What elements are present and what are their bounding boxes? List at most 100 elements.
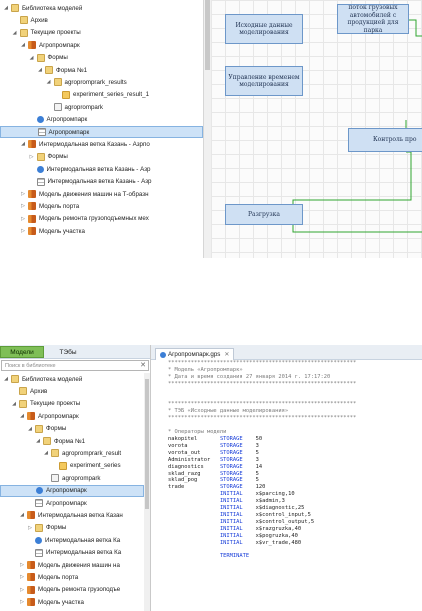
collapse-arrow-icon[interactable]: ▷ — [27, 525, 33, 531]
tree-item[interactable]: ▷ Формы — [0, 522, 144, 534]
gpss-code-editor[interactable]: ****************************************… — [151, 360, 422, 611]
tree-item[interactable]: experiment_series_result_1 — [0, 89, 203, 101]
tree-item[interactable]: ◢ Агропромпарк — [0, 410, 144, 422]
tree-item[interactable]: Агропромпарк — [0, 484, 144, 497]
tree-item-label: agropromprark_result — [62, 449, 122, 457]
tree-item[interactable]: agroprompark — [0, 472, 144, 484]
clear-search-icon[interactable]: ✕ — [140, 361, 146, 369]
tab-agroprompark-gps[interactable]: Агропромпарк.gps ✕ — [155, 348, 235, 360]
bottom-tree-scrollbar[interactable] — [144, 373, 150, 611]
expand-arrow-icon[interactable]: ◢ — [27, 426, 33, 432]
code-label: Administrator — [168, 456, 220, 463]
expand-arrow-icon[interactable]: ◢ — [20, 42, 26, 48]
tree-item[interactable]: ◢ Формы — [0, 52, 203, 64]
scrollbar-thumb[interactable] — [145, 379, 149, 509]
tree-item[interactable]: ▷ Модель ремонта грузоподъе — [0, 584, 144, 596]
tree-item-label: Модель ремонта грузоподъе — [38, 586, 121, 594]
tree-item[interactable]: experiment_series — [0, 460, 144, 472]
top-tree-scrollbar[interactable] — [203, 0, 211, 258]
diagram-canvas[interactable]: Исходные данные моделирования поток груз… — [211, 0, 422, 258]
tree-item[interactable]: Интермодальная ветка Ка — [0, 534, 144, 546]
tree-item[interactable]: Интермодальная ветка Казань - Азр — [0, 163, 203, 175]
tree-item[interactable]: ◢ Библиотека моделей — [0, 2, 203, 14]
tree-item[interactable]: ◢ Текущие проекты — [0, 27, 203, 39]
form-icon — [53, 103, 62, 112]
code-operator: INITIAL — [219, 511, 256, 518]
tree-item[interactable]: ▷ Модель порта — [0, 571, 144, 583]
tree-item[interactable]: ▷ Модель движения машин на Т-образн — [0, 188, 203, 200]
expand-arrow-icon[interactable]: ◢ — [35, 438, 41, 444]
model-icon — [28, 190, 36, 198]
collapse-arrow-icon[interactable]: ▷ — [19, 562, 25, 568]
code-label — [168, 491, 220, 497]
code-label: diagnostics — [168, 463, 220, 470]
tab-models[interactable]: Модели — [0, 346, 44, 358]
code-operator: INITIAL — [219, 498, 256, 505]
tree-item[interactable]: ▷ Формы — [0, 151, 203, 163]
code-line: INITIAL x$pogruzka,40 — [168, 533, 422, 540]
tree-item[interactable]: ▷ Модель участка — [0, 225, 203, 237]
expand-arrow-icon[interactable]: ◢ — [19, 512, 25, 518]
expand-arrow-icon[interactable]: ◢ — [3, 5, 9, 11]
collapse-arrow-icon[interactable]: ▷ — [20, 228, 26, 234]
expand-arrow-icon[interactable]: ◢ — [46, 79, 52, 85]
expand-arrow-icon[interactable]: ◢ — [29, 55, 35, 61]
collapse-arrow-icon[interactable]: ▷ — [20, 216, 26, 222]
collapse-arrow-icon[interactable]: ▷ — [19, 574, 25, 580]
library-search-input[interactable]: Поиск в библиотеке ✕ — [1, 360, 149, 371]
tree-item[interactable]: ◢ agropromprark_results — [0, 76, 203, 88]
tree-item[interactable]: Агропромпарк — [0, 497, 144, 509]
tree-item[interactable]: ◢ Форма №1 — [0, 435, 144, 447]
scrollbar-thumb[interactable] — [205, 0, 210, 70]
node-unloading[interactable]: Разгрузка — [225, 204, 303, 225]
tab-tebs[interactable]: ТЭбы — [48, 346, 88, 358]
expand-arrow-icon[interactable]: ◢ — [43, 450, 49, 456]
tree-item[interactable]: ◢ Интермодальная ветка Казань - Азрпо — [0, 138, 203, 150]
expand-arrow-icon[interactable]: ◢ — [20, 141, 26, 147]
close-tab-icon[interactable]: ✕ — [224, 351, 229, 358]
tree-item[interactable]: Архив — [0, 385, 144, 397]
folder-icon — [36, 53, 45, 62]
tree-item-label: Модель движения машин на — [38, 561, 120, 569]
gpss-icon — [36, 165, 44, 173]
tree-item[interactable]: ◢ Библиотека моделей — [0, 373, 144, 385]
tree-item[interactable]: Агропромпарк — [0, 114, 203, 126]
tree-item-label: Агропромпарк — [46, 116, 88, 124]
collapse-arrow-icon[interactable]: ▷ — [19, 599, 25, 605]
collapse-arrow-icon[interactable]: ▷ — [20, 203, 26, 209]
collapse-arrow-icon[interactable]: ▷ — [29, 154, 35, 160]
code-line: INITIAL x$control_input,5 — [168, 512, 422, 519]
expand-arrow-icon[interactable]: ◢ — [11, 401, 17, 407]
collapse-arrow-icon[interactable]: ▷ — [19, 587, 25, 593]
tree-item[interactable]: Архив — [0, 14, 203, 26]
tree-item[interactable]: Интермодальная ветка Ка — [0, 547, 144, 559]
tree-item[interactable]: ◢ Агропромпарк — [0, 39, 203, 51]
tree-item-label: Агропромпарк — [46, 499, 87, 507]
node-truck-flow[interactable]: поток грузовых автомобилей с продукцией … — [337, 4, 409, 34]
tree-item[interactable]: Агропромпарк — [0, 126, 203, 138]
code-label — [168, 553, 220, 559]
collapse-arrow-icon[interactable]: ▷ — [20, 191, 26, 197]
tree-item[interactable]: ◢ agropromprark_result — [0, 447, 144, 459]
tree-item[interactable]: ▷ Модель участка — [0, 596, 144, 608]
expand-arrow-icon[interactable]: ◢ — [3, 376, 9, 382]
tree-item[interactable]: ◢ Интермодальная ветка Казан — [0, 509, 144, 521]
tree-item[interactable]: agroprompark — [0, 101, 203, 113]
node-control[interactable]: Контроль про — [348, 128, 422, 152]
expand-arrow-icon[interactable]: ◢ — [37, 67, 43, 73]
tree-item[interactable]: ◢ Текущие проекты — [0, 398, 144, 410]
code-line: * ТЭБ «Исходные данные моделирования» — [168, 408, 289, 415]
expand-arrow-icon[interactable]: ◢ — [12, 30, 18, 36]
tree-item[interactable]: ◢ Форма №1 — [0, 64, 203, 76]
node-time-management[interactable]: Управление временем моделирования — [225, 66, 303, 96]
model-icon — [28, 227, 36, 236]
node-initial-data[interactable]: Исходные данные моделирования — [225, 14, 303, 44]
tree-item[interactable]: ▷ Модель движения машин на — [0, 559, 144, 571]
code-line: vorota STORAGE 3 — [168, 443, 422, 450]
expand-arrow-icon[interactable]: ◢ — [19, 413, 25, 419]
tree-item[interactable]: ▷ Модель ремонта грузоподъемных мех — [0, 213, 203, 225]
tree-item[interactable]: Интермодальная ветка Казань - Азр — [0, 176, 203, 188]
tree-item[interactable]: ◢ Формы — [0, 423, 144, 435]
tree-item[interactable]: ▷ Модель порта — [0, 200, 203, 212]
